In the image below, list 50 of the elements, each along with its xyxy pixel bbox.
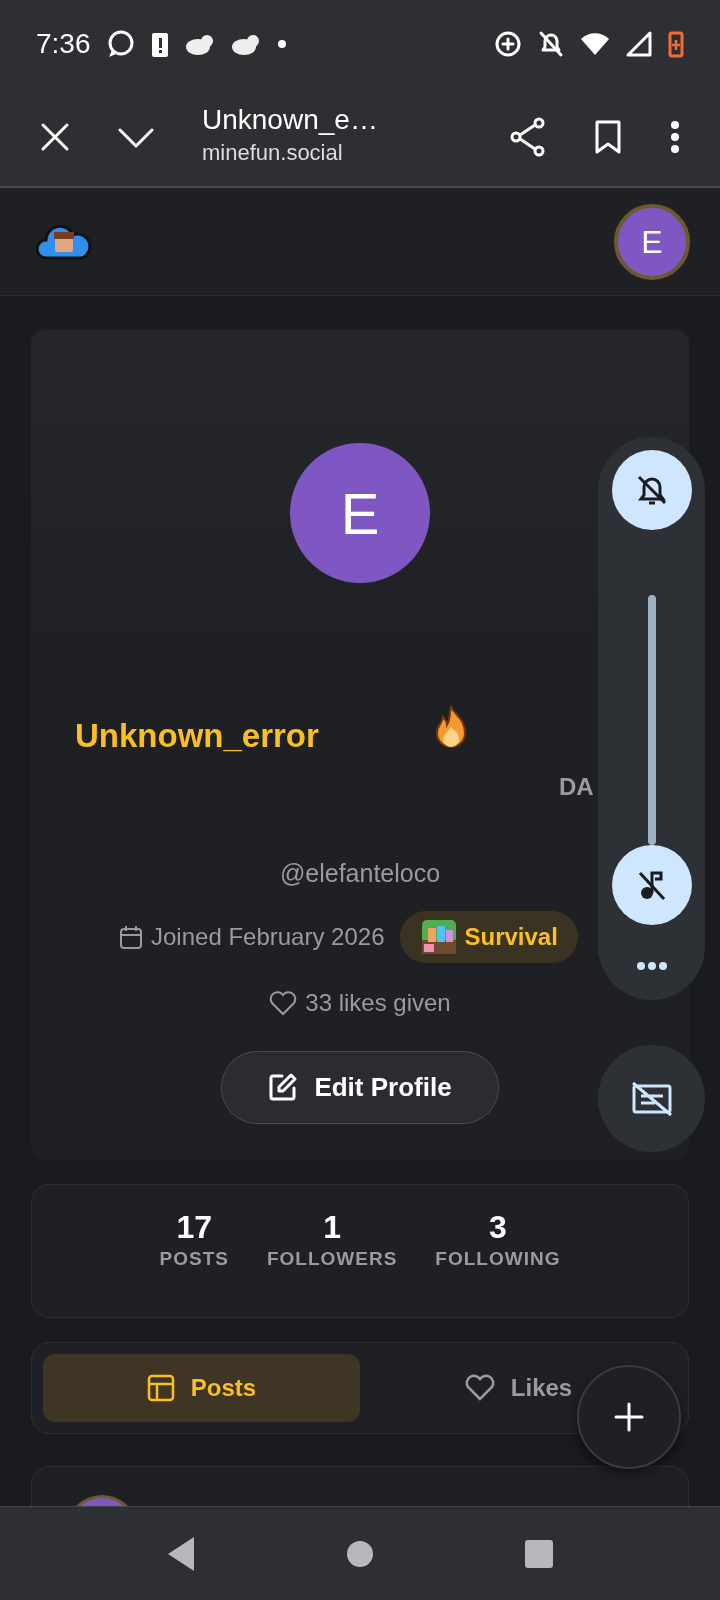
dot-icon [276, 39, 287, 49]
signal-icon [626, 31, 652, 57]
profile-avatar: E [290, 443, 430, 583]
page-url: minefun.social [202, 138, 344, 167]
plus-icon [614, 1402, 644, 1432]
tab[interactable]: Posts [43, 1354, 360, 1422]
home-icon[interactable] [346, 1539, 374, 1568]
close-button[interactable] [40, 122, 70, 152]
username: Unknown_error [75, 716, 319, 756]
data-saver-icon [494, 30, 522, 58]
chat-icon [106, 30, 135, 58]
heart-icon [464, 1374, 495, 1402]
heart-icon [269, 989, 298, 1016]
more-icon [635, 960, 668, 971]
stat-label: FOLLOWERS [266, 1247, 398, 1272]
back-icon[interactable] [166, 1534, 196, 1573]
tab[interactable]: Likes [460, 1354, 577, 1422]
edit-profile-button[interactable]: Edit Profile [221, 1050, 499, 1124]
account-avatar[interactable]: E [614, 203, 690, 280]
page-title: Unknown_e… [202, 105, 378, 136]
wifi-icon [580, 31, 610, 57]
menu-button[interactable] [670, 120, 680, 154]
user-handle: @elefanteloco [279, 859, 441, 887]
stat-value: 1 [322, 1210, 343, 1246]
share-button[interactable] [510, 117, 546, 157]
stat-label: FOLLOWING [435, 1247, 561, 1272]
chevron-down-icon [118, 126, 154, 149]
recents-icon[interactable] [524, 1538, 554, 1569]
captions-off-icon [630, 1080, 673, 1117]
more-icon [670, 120, 680, 154]
battery-alert-icon [150, 30, 169, 58]
likes-count: 33 likes given [305, 987, 451, 1018]
bookmark-button[interactable] [594, 120, 622, 154]
close-icon [40, 122, 70, 152]
stat-value: 3 [488, 1210, 508, 1246]
stat-label: POSTS [159, 1247, 229, 1272]
cloud-icon [230, 32, 261, 56]
edit-icon [268, 1072, 299, 1102]
streak-label: DA [558, 772, 594, 802]
battery-icon [668, 30, 684, 58]
layout-icon [146, 1374, 175, 1402]
stat-value: 17 [175, 1210, 214, 1246]
join-date: Joined February 2026 [151, 921, 385, 952]
share-icon [510, 117, 546, 157]
bookmark-icon [594, 120, 622, 154]
calendar-icon [119, 923, 143, 950]
clock: 7:36 [36, 27, 91, 61]
game-mode-badge: Survival [400, 910, 578, 963]
cloud-icon [184, 32, 215, 56]
bell-off-icon [538, 30, 564, 58]
